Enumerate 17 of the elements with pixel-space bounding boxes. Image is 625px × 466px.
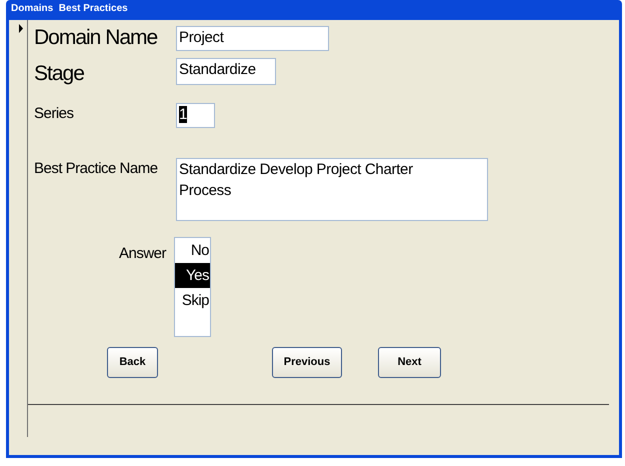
- nav-button[interactable]: Next: [378, 347, 441, 378]
- field-label: Domain Name: [33, 25, 158, 51]
- field-label: Series: [33, 104, 75, 124]
- field-label: Best Practice Name: [33, 159, 159, 179]
- answer-label: Answer: [118, 244, 168, 264]
- list-option[interactable]: Skip: [175, 288, 210, 313]
- text-field[interactable]: 1: [176, 103, 215, 128]
- window-title: Domains Best Practices: [10, 2, 129, 16]
- answer-listbox[interactable]: No Yes Skip: [174, 237, 211, 337]
- text-field[interactable]: Project: [176, 26, 329, 51]
- list-option[interactable]: No: [175, 238, 210, 263]
- list-option[interactable]: Yes: [175, 263, 210, 288]
- field-label: Stage: [33, 60, 85, 86]
- text-field[interactable]: Standardize Develop Project Charter Process: [176, 158, 488, 221]
- nav-button[interactable]: Previous: [272, 347, 342, 378]
- nav-button[interactable]: Back: [107, 347, 158, 378]
- text-field[interactable]: Standardize: [176, 58, 276, 84]
